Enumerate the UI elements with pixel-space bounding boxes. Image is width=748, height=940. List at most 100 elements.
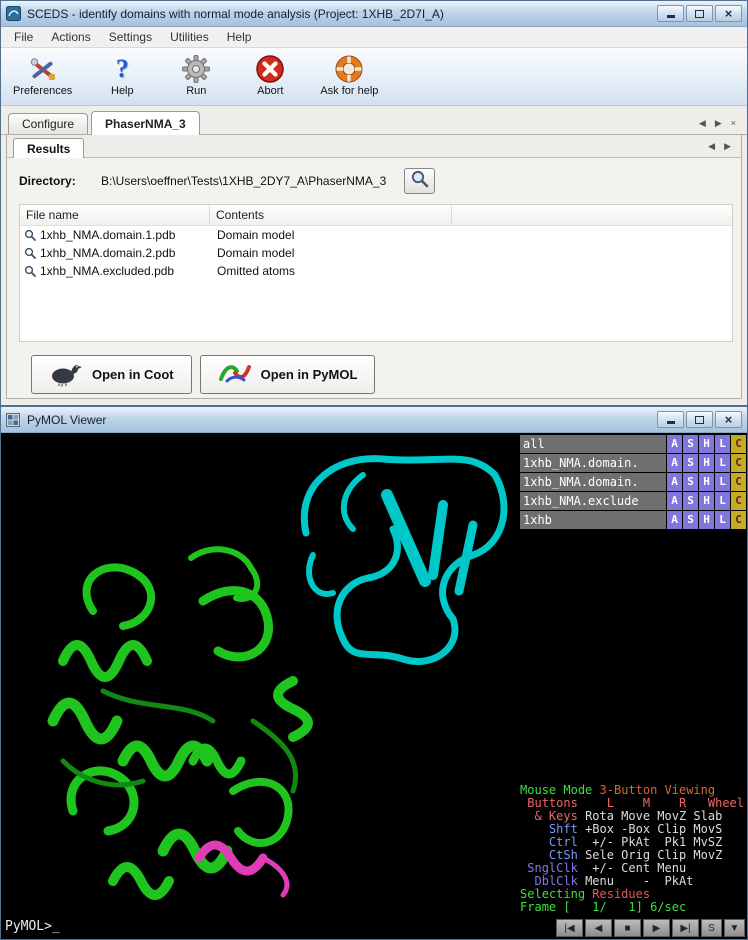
object-c-button[interactable]: C <box>731 492 746 510</box>
object-l-button[interactable]: L <box>715 511 730 529</box>
object-row: 1xhbASHLC <box>520 511 746 529</box>
object-s-button[interactable]: S <box>683 454 698 472</box>
object-s-button[interactable]: S <box>683 492 698 510</box>
object-s-button[interactable]: S <box>683 511 698 529</box>
object-row: 1xhb_NMA.excludeASHLC <box>520 492 746 510</box>
table-row[interactable]: 1xhb_NMA.domain.1.pdbDomain model <box>20 226 732 244</box>
object-name[interactable]: 1xhb_NMA.domain. <box>520 473 666 491</box>
toolbar-abort[interactable]: Abort <box>246 53 294 97</box>
object-h-button[interactable]: H <box>699 511 714 529</box>
mouse-help-text: Rota Move MovZ Slab <box>585 809 722 823</box>
play-button[interactable]: ▶ <box>643 919 670 937</box>
toolbar-label: Help <box>111 85 134 97</box>
scene-button[interactable]: S <box>701 919 722 937</box>
results-scroll-left-icon[interactable]: ◀ <box>708 142 715 151</box>
object-l-button[interactable]: L <box>715 473 730 491</box>
contents-cell: Domain model <box>210 228 452 242</box>
pymol-titlebar[interactable]: PyMOL Viewer × <box>1 407 747 433</box>
menu-help[interactable]: Help <box>218 28 261 46</box>
coot-bird-icon <box>49 359 83 390</box>
tab-close-icon[interactable]: × <box>731 119 736 128</box>
maximize-button[interactable] <box>686 5 713 22</box>
menu-dropdown-button[interactable]: ▼ <box>724 919 745 937</box>
file-name-cell: 1xhb_NMA.domain.1.pdb <box>20 228 210 242</box>
search-icon <box>410 169 429 193</box>
fast-forward-button[interactable]: ▶| <box>672 919 699 937</box>
minimize-button[interactable] <box>657 5 684 22</box>
results-panel: Results ◀▶ Directory: B:\Users\oeffner\T… <box>6 135 742 399</box>
tab-phasernma-3[interactable]: PhaserNMA_3 <box>91 111 200 135</box>
table-row[interactable]: 1xhb_NMA.excluded.pdbOmitted atoms <box>20 262 732 280</box>
rewind-button[interactable]: |◀ <box>556 919 583 937</box>
object-a-button[interactable]: A <box>667 511 682 529</box>
file-name-cell: 1xhb_NMA.excluded.pdb <box>20 264 210 278</box>
pymol-close-button[interactable]: × <box>715 411 742 428</box>
molecule-viewport[interactable] <box>1 433 521 939</box>
object-h-button[interactable]: H <box>699 454 714 472</box>
object-l-button[interactable]: L <box>715 492 730 510</box>
directory-label: Directory: <box>19 174 101 188</box>
mouse-help-line: Frame [ 1/ 1] 6/sec <box>520 901 744 914</box>
stop-button[interactable]: ■ <box>614 919 641 937</box>
menu-settings[interactable]: Settings <box>100 28 161 46</box>
browse-directory-button[interactable] <box>404 168 435 194</box>
toolbar: Preferences?HelpRunAbortAsk for help <box>1 48 747 106</box>
tab-results[interactable]: Results <box>13 138 84 158</box>
object-row: 1xhb_NMA.domain.ASHLC <box>520 454 746 472</box>
object-l-button[interactable]: L <box>715 435 730 453</box>
toolbar-help[interactable]: ?Help <box>98 53 146 97</box>
menu-utilities[interactable]: Utilities <box>161 28 218 46</box>
search-small-icon <box>24 265 36 277</box>
pymol-minimize-button[interactable] <box>657 411 684 428</box>
object-name[interactable]: 1xhb_NMA.exclude <box>520 492 666 510</box>
object-c-button[interactable]: C <box>731 435 746 453</box>
mouse-help-text: Residues <box>592 887 650 901</box>
object-name[interactable]: all <box>520 435 666 453</box>
object-a-button[interactable]: A <box>667 435 682 453</box>
toolbar-preferences[interactable]: Preferences <box>13 53 72 97</box>
step-back-button[interactable]: ◀ <box>585 919 612 937</box>
open-in-pymol-button[interactable]: Open in PyMOL <box>200 355 376 394</box>
sceds-window: SCEDS - identify domains with normal mod… <box>0 0 748 406</box>
toolbar-run[interactable]: Run <box>172 53 220 97</box>
toolbar-ask-for-help[interactable]: Ask for help <box>320 53 378 97</box>
menu-actions[interactable]: Actions <box>42 28 99 46</box>
object-a-button[interactable]: A <box>667 473 682 491</box>
object-c-button[interactable]: C <box>731 454 746 472</box>
object-h-button[interactable]: H <box>699 492 714 510</box>
object-c-button[interactable]: C <box>731 473 746 491</box>
abort-icon <box>255 53 285 84</box>
sceds-window-title: SCEDS - identify domains with normal mod… <box>27 7 657 21</box>
results-scroll-right-icon[interactable]: ▶ <box>724 142 731 151</box>
action-button-row: Open in CootOpen in PyMOL <box>19 355 731 394</box>
tools-icon <box>28 53 58 84</box>
open-in-coot-button[interactable]: Open in Coot <box>31 355 192 394</box>
object-s-button[interactable]: S <box>683 473 698 491</box>
object-s-button[interactable]: S <box>683 435 698 453</box>
object-a-button[interactable]: A <box>667 492 682 510</box>
object-row: 1xhb_NMA.domain.ASHLC <box>520 473 746 491</box>
mouse-help-text: +/- PkAt Pk1 MvSZ <box>585 835 722 849</box>
tab-scroll-right-icon[interactable]: ▶ <box>715 119 722 128</box>
file-name: 1xhb_NMA.excluded.pdb <box>40 264 174 278</box>
object-name[interactable]: 1xhb <box>520 511 666 529</box>
search-small-icon <box>24 247 36 259</box>
close-button[interactable]: × <box>715 5 742 22</box>
command-prompt[interactable]: PyMOL>_ <box>5 919 60 934</box>
object-l-button[interactable]: L <box>715 454 730 472</box>
menu-bar: FileActionsSettingsUtilitiesHelp <box>1 27 747 48</box>
menu-file[interactable]: File <box>5 28 42 46</box>
object-a-button[interactable]: A <box>667 454 682 472</box>
sceds-titlebar[interactable]: SCEDS - identify domains with normal mod… <box>1 1 747 27</box>
mouse-help-text: Menu - PkAt <box>585 874 693 888</box>
help-icon: ? <box>116 53 129 84</box>
pymol-app-icon <box>6 412 22 428</box>
tab-scroll-left-icon[interactable]: ◀ <box>699 119 706 128</box>
tab-configure[interactable]: Configure <box>8 113 88 134</box>
object-h-button[interactable]: H <box>699 435 714 453</box>
object-h-button[interactable]: H <box>699 473 714 491</box>
object-c-button[interactable]: C <box>731 511 746 529</box>
table-row[interactable]: 1xhb_NMA.domain.2.pdbDomain model <box>20 244 732 262</box>
pymol-maximize-button[interactable] <box>686 411 713 428</box>
object-name[interactable]: 1xhb_NMA.domain. <box>520 454 666 472</box>
